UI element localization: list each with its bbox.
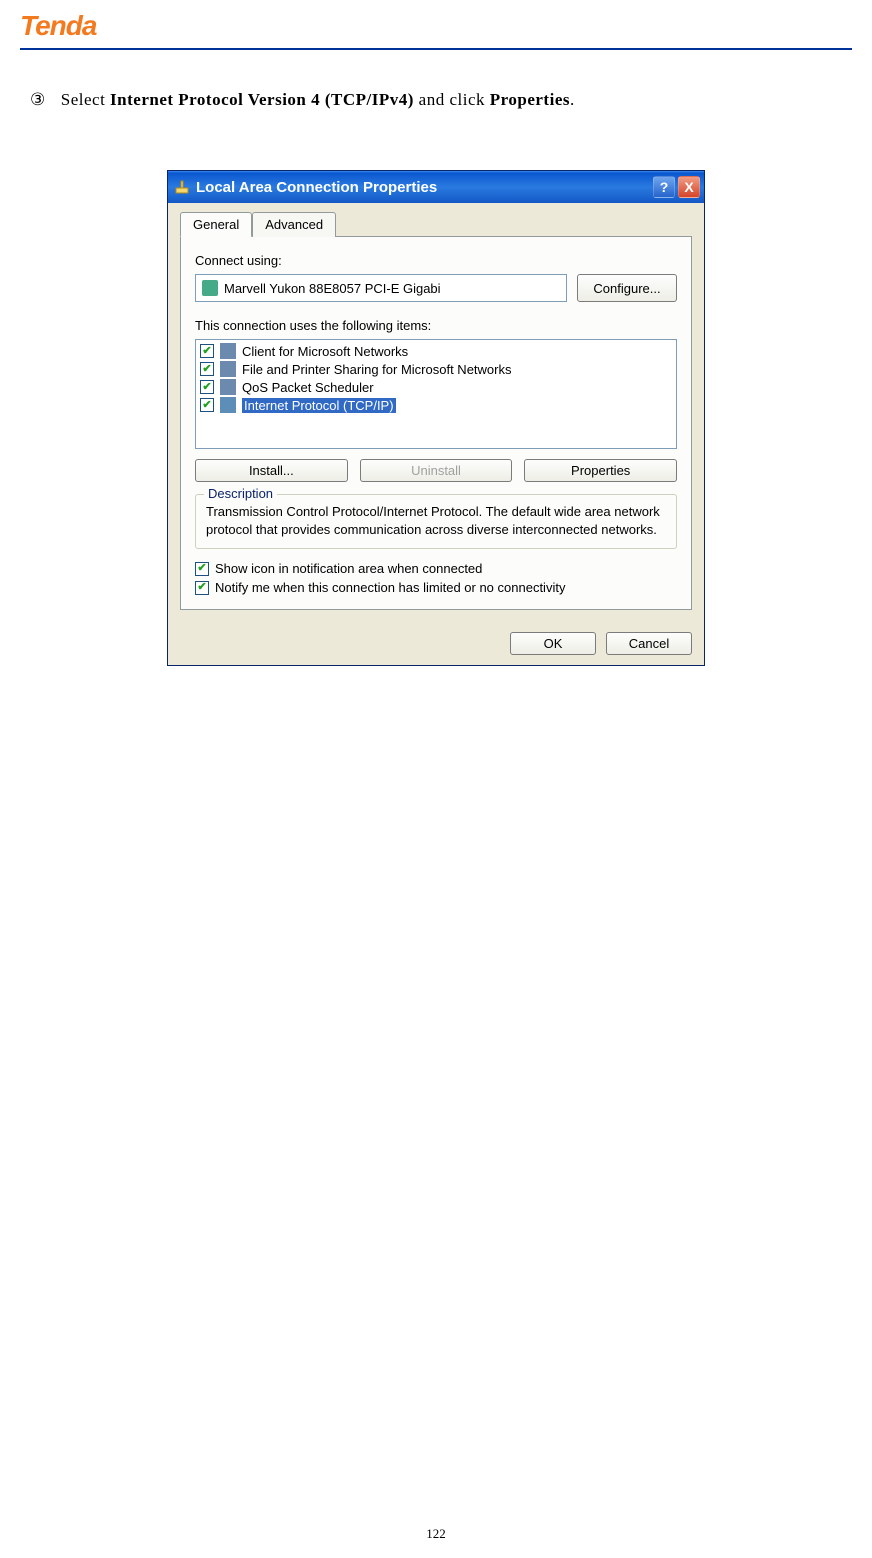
qos-icon: [220, 379, 236, 395]
description-legend: Description: [204, 486, 277, 501]
instruction-prefix: Select: [61, 90, 110, 109]
adapter-field[interactable]: Marvell Yukon 88E8057 PCI-E Gigabi: [195, 274, 567, 302]
checkbox-icon[interactable]: ✔: [200, 362, 214, 376]
close-button[interactable]: X: [678, 176, 700, 198]
help-button[interactable]: ?: [653, 176, 675, 198]
page-header: Tenda: [0, 0, 872, 48]
description-text: Transmission Control Protocol/Internet P…: [206, 503, 666, 538]
page-number: 122: [0, 1526, 872, 1542]
tenda-logo: Tenda: [20, 10, 96, 41]
nic-icon: [202, 280, 218, 296]
instruction-line: ③ Select Internet Protocol Version 4 (TC…: [0, 90, 872, 110]
checkbox-icon[interactable]: ✔: [200, 344, 214, 358]
list-item-label: Internet Protocol (TCP/IP): [242, 398, 396, 413]
tab-advanced[interactable]: Advanced: [252, 212, 336, 237]
step-number: ③: [30, 90, 56, 110]
list-item-label: Client for Microsoft Networks: [242, 344, 408, 359]
dialog-buttons: OK Cancel: [168, 622, 704, 665]
ok-button[interactable]: OK: [510, 632, 596, 655]
configure-button[interactable]: Configure...: [577, 274, 677, 302]
adapter-name: Marvell Yukon 88E8057 PCI-E Gigabi: [224, 281, 441, 296]
list-item[interactable]: ✔ Internet Protocol (TCP/IP): [196, 396, 676, 414]
client-icon: [220, 343, 236, 359]
option-label: Show icon in notification area when conn…: [215, 561, 482, 576]
list-item[interactable]: ✔ Client for Microsoft Networks: [196, 342, 676, 360]
window-title: Local Area Connection Properties: [196, 179, 650, 196]
install-button[interactable]: Install...: [195, 459, 348, 482]
printer-icon: [220, 361, 236, 377]
instruction-middle: and click: [414, 90, 490, 109]
header-rule: [20, 48, 852, 50]
list-item[interactable]: ✔ File and Printer Sharing for Microsoft…: [196, 360, 676, 378]
option-notify[interactable]: ✔ Notify me when this connection has lim…: [195, 580, 677, 595]
instruction-bold2: Properties: [490, 90, 570, 109]
tab-general[interactable]: General: [180, 212, 252, 237]
instruction-bold1: Internet Protocol Version 4 (TCP/IPv4): [110, 90, 414, 109]
list-item[interactable]: ✔ QoS Packet Scheduler: [196, 378, 676, 396]
option-show-icon[interactable]: ✔ Show icon in notification area when co…: [195, 561, 677, 576]
cancel-button[interactable]: Cancel: [606, 632, 692, 655]
items-list[interactable]: ✔ Client for Microsoft Networks ✔ File a…: [195, 339, 677, 449]
connect-using-label: Connect using:: [195, 253, 677, 268]
tabstrip: General Advanced: [180, 212, 692, 237]
instruction-suffix: .: [570, 90, 575, 109]
list-item-label: File and Printer Sharing for Microsoft N…: [242, 362, 511, 377]
description-group: Description Transmission Control Protoco…: [195, 494, 677, 549]
checkbox-icon[interactable]: ✔: [195, 581, 209, 595]
tcpip-icon: [220, 397, 236, 413]
titlebar[interactable]: Local Area Connection Properties ? X: [168, 171, 704, 203]
properties-button[interactable]: Properties: [524, 459, 677, 482]
checkbox-icon[interactable]: ✔: [200, 380, 214, 394]
uninstall-button: Uninstall: [360, 459, 513, 482]
checkbox-icon[interactable]: ✔: [200, 398, 214, 412]
list-item-label: QoS Packet Scheduler: [242, 380, 374, 395]
tab-panel-general: Connect using: Marvell Yukon 88E8057 PCI…: [180, 236, 692, 610]
items-label: This connection uses the following items…: [195, 318, 677, 333]
properties-dialog: Local Area Connection Properties ? X Gen…: [167, 170, 705, 666]
window-icon: [174, 179, 190, 195]
option-label: Notify me when this connection has limit…: [215, 580, 565, 595]
checkbox-icon[interactable]: ✔: [195, 562, 209, 576]
